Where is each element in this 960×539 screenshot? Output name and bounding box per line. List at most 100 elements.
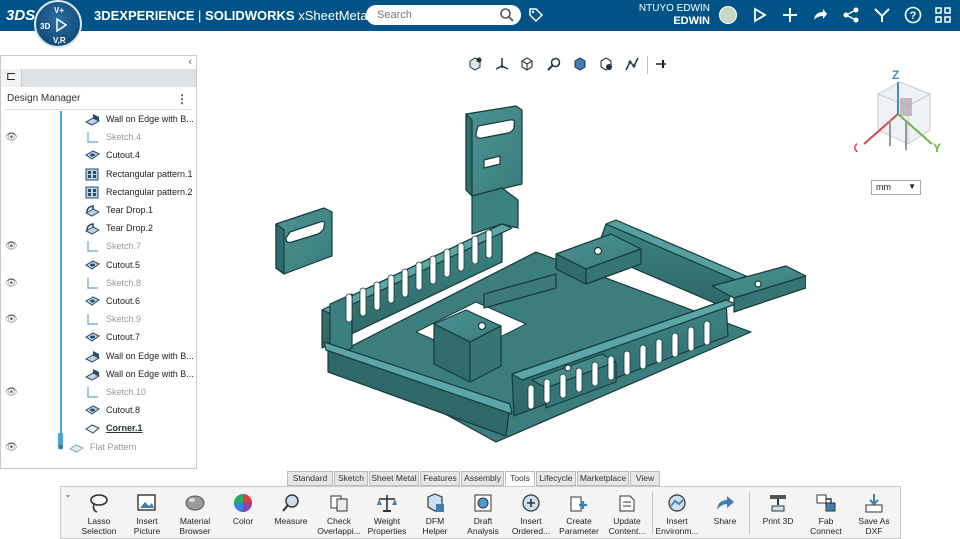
measure-button[interactable]: Measure (267, 492, 315, 538)
play-icon[interactable] (55, 18, 67, 32)
insert-picture-button[interactable]: Insert Picture (123, 492, 171, 538)
create-parameter-button[interactable]: Create Parameter (555, 492, 603, 538)
chevron-down-icon[interactable]: ▼ (908, 182, 916, 191)
apps-icon[interactable] (934, 6, 952, 24)
tree-item[interactable]: 👁︎ Sketch.7 (1, 238, 196, 256)
top-bar: 3DS 3DEXPERIENCE | SOLIDWORKS xSheetMeta… (0, 0, 960, 31)
add-icon[interactable] (781, 6, 799, 24)
collapse-panel-icon[interactable]: ‹ (188, 56, 192, 68)
hidden-eye-icon[interactable]: 👁︎ (5, 314, 18, 325)
tree-item[interactable]: Wall on Edge with B... (1, 366, 196, 384)
tree-item[interactable]: Cutout.7 (1, 329, 196, 347)
tree-item[interactable]: Cutout.8 (1, 402, 196, 420)
tab-sketch[interactable]: Sketch (334, 471, 368, 486)
tree-item[interactable]: Wall on Edge with B... (1, 348, 196, 366)
tab-sheet-metal[interactable]: Sheet Metal (369, 471, 419, 486)
user-name[interactable]: NTUYO EDWIN EDWIN (630, 3, 710, 27)
network-icon[interactable] (842, 6, 860, 24)
search-input[interactable] (375, 8, 499, 22)
panel-menu-icon[interactable]: ⋮ (176, 92, 188, 106)
tab-features[interactable]: Features (420, 471, 460, 486)
display-style-icon[interactable] (572, 56, 588, 72)
compass-widget[interactable]: V+ 3D V,R (34, 0, 82, 48)
command-label-line2: Selection (81, 526, 117, 536)
tree-item-label: Sketch.8 (106, 277, 142, 288)
command-label-line1: Print 3D (762, 516, 794, 526)
tools-icon[interactable] (873, 6, 891, 24)
tree-item[interactable]: Corner.1 (1, 420, 196, 438)
tree-item[interactable]: Tear Drop.1 (1, 202, 196, 220)
tree-item[interactable]: 👁︎ Sketch.4 (1, 129, 196, 147)
view-cube[interactable]: Z X Y (854, 68, 946, 160)
sheet-metal-part[interactable] (266, 104, 806, 444)
tree-item[interactable]: Rectangular pattern.1 (1, 166, 196, 184)
tree-item[interactable]: 👁︎ Sketch.9 (1, 311, 196, 329)
tab-marketplace[interactable]: Marketplace (577, 471, 629, 486)
hidden-eye-icon[interactable]: 👁︎ (5, 278, 18, 289)
unit-selector[interactable]: mm ▼ (871, 180, 921, 195)
tree-item[interactable]: 👁︎ ▼ Flat Pattern (1, 439, 196, 457)
share-icon[interactable] (811, 6, 829, 24)
hidden-eye-icon[interactable]: 👁︎ (5, 442, 18, 453)
corner-icon (85, 422, 100, 435)
pattern-icon (85, 168, 100, 181)
insert-environment-button[interactable]: Insert Environm... (653, 492, 701, 538)
tab-assembly[interactable]: Assembly (461, 471, 504, 486)
tab-tools[interactable]: Tools (505, 471, 535, 486)
save-as-dxf-button[interactable]: Save As DXF (850, 492, 898, 538)
tab-standard[interactable]: Standard (287, 471, 333, 486)
hidden-eye-icon[interactable]: 👁︎ (5, 132, 18, 143)
zoom-icon[interactable] (546, 56, 562, 72)
insert-ordered-button[interactable]: Insert Ordered... (507, 492, 555, 538)
tree-item[interactable]: Cutout.6 (1, 293, 196, 311)
tree-item[interactable]: 👁︎ Sketch.10 (1, 384, 196, 402)
material-browser-button[interactable]: Material Browser (171, 492, 219, 538)
hidden-eye-icon[interactable]: 👁︎ (5, 241, 18, 252)
fab-connect-button[interactable]: Fab Connect (802, 492, 850, 538)
tree-item[interactable]: Cutout.4 (1, 147, 196, 165)
update-content-button[interactable]: Update Content... (603, 492, 651, 538)
share-button[interactable]: Share (701, 492, 749, 538)
pan-icon[interactable] (494, 56, 510, 72)
tree-tab-icon[interactable]: ⊏ (1, 69, 22, 87)
weight-properties-button[interactable]: Weight Properties (363, 492, 411, 538)
command-label-line1: Draft (473, 516, 493, 526)
tag-icon[interactable] (528, 7, 544, 23)
avatar[interactable] (719, 6, 737, 24)
tab-lifecycle[interactable]: Lifecycle (536, 471, 576, 486)
tree-item-label: Sketch.10 (106, 387, 147, 397)
search-icon[interactable] (499, 7, 515, 23)
tree-item-label: Tear Drop.1 (106, 205, 154, 215)
cutout-icon (85, 295, 100, 308)
chevron-down-icon[interactable]: ⌄ (64, 489, 72, 500)
check-overlapping-button[interactable]: Check Overlappi... (315, 492, 363, 538)
tree-item[interactable]: Cutout.5 (1, 257, 196, 275)
tree-item[interactable]: Rectangular pattern.2 (1, 184, 196, 202)
tab-view[interactable]: View (630, 471, 660, 486)
fit-icon[interactable] (598, 56, 614, 72)
dfm-helper-button[interactable]: DFM Helper (411, 492, 459, 538)
help-icon[interactable]: ? (904, 6, 922, 24)
hidden-eye-icon[interactable]: 👁︎ (5, 387, 18, 398)
section-icon[interactable] (624, 56, 640, 72)
material-browser-icon (184, 492, 206, 514)
feedback-icon[interactable] (751, 6, 769, 24)
ds-logo-icon[interactable]: 3DS (6, 7, 35, 24)
pin-icon[interactable] (653, 56, 669, 72)
view-orientation-icon[interactable] (467, 56, 483, 72)
rotate-icon[interactable] (519, 56, 535, 72)
document-title[interactable]: xSheetMetal (298, 8, 370, 23)
search-box[interactable] (366, 5, 521, 25)
cutout-icon (85, 149, 100, 162)
expand-arrow-icon[interactable]: ▼ (57, 443, 65, 452)
tree-item[interactable]: Wall on Edge with B... (1, 111, 196, 129)
color-wheel-button[interactable]: Color (219, 492, 267, 538)
lasso-selection-button[interactable]: Lasso Selection (75, 492, 123, 538)
flat-pattern-icon (68, 441, 85, 454)
tree-item[interactable]: Tear Drop.2 (1, 220, 196, 238)
draft-analysis-button[interactable]: Draft Analysis (459, 492, 507, 538)
unit-value: mm (876, 182, 891, 192)
print-3d-button[interactable]: Print 3D (754, 492, 802, 538)
tree-item[interactable]: 👁︎ Sketch.8 (1, 275, 196, 293)
compass-top-label: V+ (54, 6, 65, 15)
